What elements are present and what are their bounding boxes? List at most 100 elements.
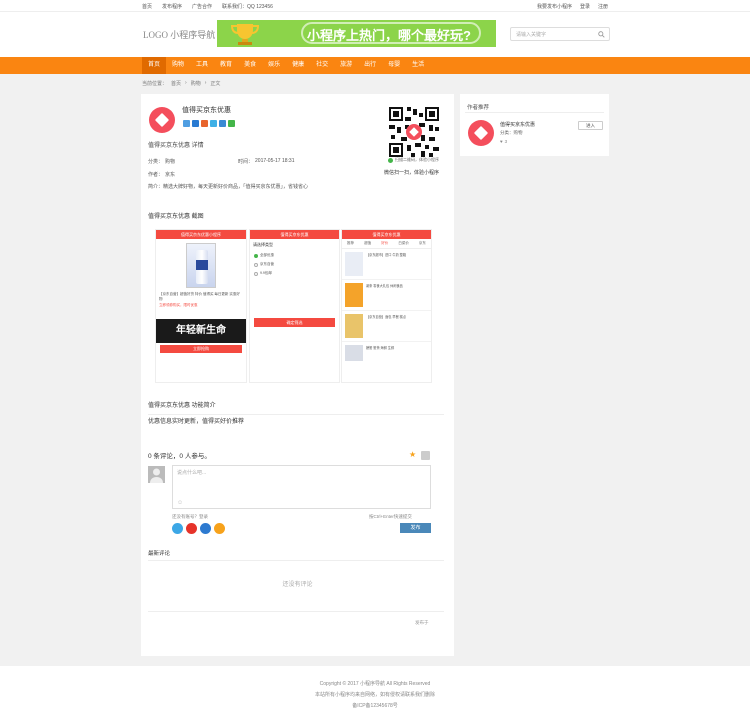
screenshot-gallery: 值得买京东优惠小程序 【京东自营】超值好货 特价 值得买 每日更新 实惠好物 立… (155, 229, 432, 383)
divider (465, 112, 604, 113)
share-tencent-icon[interactable] (210, 120, 217, 127)
comment-textarea[interactable]: 说点什么吧... ☺ (172, 465, 431, 509)
share-weibo-icon[interactable] (192, 120, 199, 127)
screenshot-3-bar: 值得买京东优惠 (342, 230, 431, 239)
nav-item-baby[interactable]: 母婴 (382, 57, 406, 74)
comment-placeholder: 说点什么吧... (177, 470, 207, 476)
qr-caption-row: 扫描二维码，体验小程序 (388, 157, 439, 163)
main-content: 值得买京东优惠 值得买京东优惠 详情 分类： 购物 时间： 2017-05-17 1… (141, 94, 454, 656)
filter-option-3-label: 9.9包邮 (260, 271, 272, 275)
submit-hint: 按Ctrl+Enter快速提交 (369, 514, 412, 519)
s3-tab: 超值 (364, 241, 372, 245)
promo-banner[interactable]: 小程序上热门，哪个最好玩? (217, 20, 496, 47)
screenshot-2[interactable]: 值得买京东优惠 请选择类型 全部优惠 京东自营 9.9包邮 确定筛选 (249, 229, 340, 383)
deal-title: 螃蟹 蟹黄 海鲜 生鲜 (366, 346, 395, 350)
deal-item: 螃蟹 蟹黄 海鲜 生鲜 (342, 342, 431, 364)
nav-item-life[interactable]: 生活 (406, 57, 430, 74)
deal-item: 薯条 零食大礼包 休闲食品 (342, 280, 431, 311)
nav-item-social[interactable]: 社交 (310, 57, 334, 74)
footer-copyright: Copyright © 2017 小程序导航 All Rights Reserv… (319, 681, 431, 687)
renren-login-icon[interactable] (200, 523, 211, 534)
sidebar-enter-button[interactable]: 进入 (578, 121, 603, 130)
baidu-login-icon[interactable] (214, 523, 225, 534)
filter-option-3: 9.9包邮 (250, 269, 339, 278)
screenshot-1[interactable]: 值得买京东优惠小程序 【京东自营】超值好货 特价 值得买 每日更新 实惠好物 立… (155, 229, 247, 383)
breadcrumb-prefix: 当前位置： (142, 81, 168, 87)
share-qzone-icon[interactable] (183, 120, 190, 127)
main-nav: 首页 购物 工具 教育 美食 娱乐 健康 社交 旅游 出行 母婴 生活 (0, 57, 750, 74)
category-label: 分类： (148, 159, 164, 165)
deal-title: 【京东自营】面包 早餐 糕点 (366, 315, 407, 319)
share-wechat-icon[interactable] (228, 120, 235, 127)
filter-option-2: 京东自营 (250, 260, 339, 269)
nav-item-entertainment[interactable]: 娱乐 (262, 57, 286, 74)
divider (148, 611, 444, 612)
site-logo[interactable]: LOGO 小程序导航 (143, 28, 215, 41)
radio-icon (254, 262, 258, 267)
filter-option-2-label: 京东自营 (260, 262, 274, 266)
breadcrumb-category[interactable]: 购物 (191, 80, 201, 87)
search-icon[interactable] (598, 31, 605, 38)
screenshot-3[interactable]: 值得买京东优惠 推荐 超值 好价 白菜价 京东 【京东超市】进口 牛奶 整箱 薯… (341, 229, 432, 383)
emoji-icon[interactable]: ☺ (177, 500, 183, 506)
star-icon[interactable]: ★ (409, 450, 416, 459)
product-link: 立即领券购买，限时优惠 (159, 303, 198, 307)
nav-item-shopping[interactable]: 购物 (166, 57, 190, 74)
author-label: 作者： (148, 172, 164, 178)
deal-title: 薯条 零食大礼包 休闲食品 (366, 284, 403, 288)
nav-item-travel[interactable]: 旅游 (334, 57, 358, 74)
nav-item-transport[interactable]: 出行 (358, 57, 382, 74)
filter-confirm-button: 确定筛选 (254, 318, 335, 327)
wechat-icon (388, 157, 393, 163)
date-label: 时间： (238, 159, 254, 165)
breadcrumb-home[interactable]: 首页 (171, 80, 181, 87)
qr-caption: 扫描二维码，体验小程序 (395, 157, 439, 162)
topbar-link-ads[interactable]: 广告合作 (192, 3, 212, 10)
nav-item-food[interactable]: 美食 (238, 57, 262, 74)
share-rss-icon[interactable] (201, 120, 208, 127)
settings-icon[interactable] (421, 451, 430, 460)
filter-option-1-label: 全部优惠 (260, 253, 274, 257)
nav-item-tools[interactable]: 工具 (190, 57, 214, 74)
qr-code (387, 105, 441, 159)
comment-footer-link[interactable]: 发布于 (415, 620, 429, 626)
divider (148, 560, 444, 561)
meta-category: 分类： 购物 (148, 158, 175, 165)
login-link[interactable]: 登录 (580, 3, 590, 10)
sidebar-app-name[interactable]: 值得买京东优惠 (500, 121, 535, 128)
login-hint[interactable]: 还没有账号？登录 (172, 514, 208, 520)
deal-thumb (345, 252, 363, 276)
nav-item-education[interactable]: 教育 (214, 57, 238, 74)
weibo-login-icon[interactable] (186, 523, 197, 534)
product-caption: 【京东自营】超值好货 特价 值得买 每日更新 实惠好物 (159, 292, 240, 301)
send-button[interactable]: 发布 (400, 523, 431, 533)
intro-text: 优惠信息实时更新，值得买好价推荐 (148, 419, 245, 425)
nav-item-home[interactable]: 首页 (142, 57, 167, 74)
sidebar-recommend: 作者推荐 值得买京东优惠 分类：购物 ♥ 3 进入 (460, 94, 609, 156)
register-link[interactable]: 注册 (598, 3, 608, 10)
topbar-link-publish[interactable]: 发布程序 (162, 3, 182, 10)
intro-title: 值得买京东优惠 功能简介 (148, 403, 216, 409)
nav-item-health[interactable]: 健康 (286, 57, 310, 74)
topbar-link-submit[interactable]: 我要发布小程序 (537, 3, 572, 10)
radio-icon (254, 271, 258, 276)
radio-checked-icon (254, 253, 258, 258)
qq-login-icon[interactable] (172, 523, 183, 534)
comment-count: 0 条评论，0 人参与。 (148, 453, 211, 460)
search-input[interactable]: 请输入关键字 (510, 27, 610, 41)
site-header: LOGO 小程序导航 小程序上热门，哪个最好玩? 请输入关键字 (0, 12, 750, 57)
topbar-link-home[interactable]: 首页 (142, 3, 152, 10)
footer-icp[interactable]: 备ICP备12345678号 (0, 701, 750, 712)
category-value[interactable]: 购物 (165, 158, 175, 165)
screens-title: 值得买京东优惠 截图 (148, 214, 204, 220)
meta-date: 时间： 2017-05-17 18:31 (238, 158, 295, 165)
buy-button: 立即抢购 (160, 345, 242, 353)
latest-comments-title: 最新评论 (148, 551, 171, 557)
share-renren-icon[interactable] (219, 120, 226, 127)
breadcrumb-sep: › (185, 80, 187, 86)
sidebar-app-avatar[interactable] (468, 120, 494, 146)
deal-item: 【京东超市】进口 牛奶 整箱 (342, 249, 431, 280)
s3-tab: 京东 (418, 241, 426, 245)
heart-icon: ♥ (500, 139, 503, 144)
deal-item: 【京东自营】面包 早餐 糕点 (342, 311, 431, 342)
